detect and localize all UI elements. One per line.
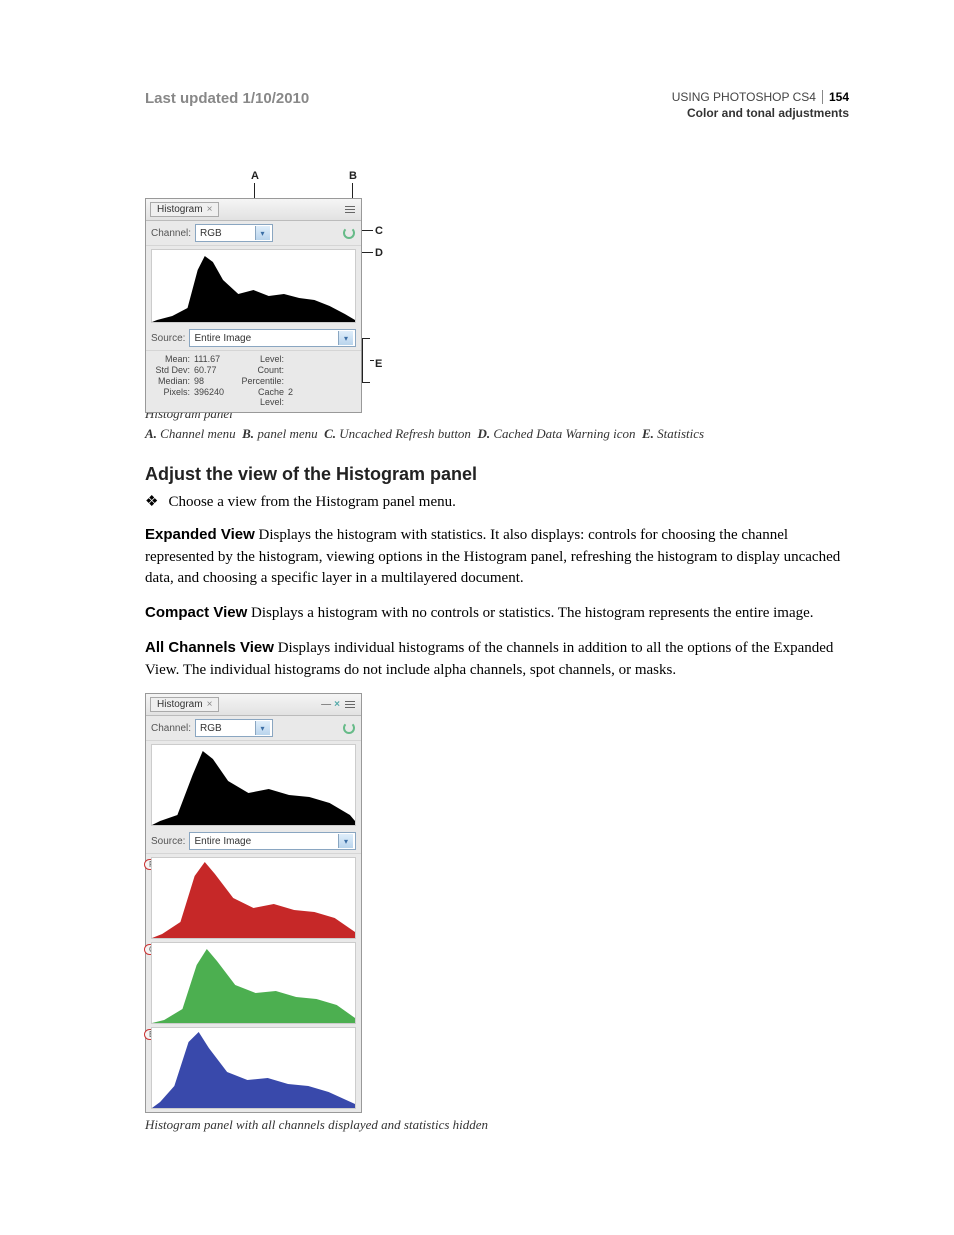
stat-value: 396240 [194, 387, 234, 407]
channel-select[interactable]: RGB ▾ [195, 719, 272, 737]
histogram-red [152, 858, 355, 938]
stat-label: Count: [234, 365, 288, 375]
panel-tab[interactable]: Histogram × [150, 697, 219, 712]
stat-value: 60.77 [194, 365, 234, 375]
histogram-rgb [152, 745, 355, 825]
stat-label: Pixels: [152, 387, 194, 407]
histogram-green [152, 943, 355, 1023]
callout-B: B [349, 170, 357, 182]
close-window-icon[interactable]: × [334, 699, 340, 710]
histogram-chart [152, 250, 355, 322]
minimize-icon[interactable]: — [321, 699, 331, 710]
callout-A: A [251, 170, 259, 182]
figure-histogram-panel: A B C D E Histogram × Channel: RGB [145, 170, 385, 400]
channel-select[interactable]: RGB ▾ [195, 224, 272, 242]
callout-C: C [375, 225, 383, 237]
panel-menu-icon[interactable] [343, 699, 357, 710]
chapter-title: Color and tonal adjustments [672, 106, 849, 120]
source-label: Source: [151, 333, 185, 344]
panel-tab-label: Histogram [157, 204, 203, 215]
doc-title: USING PHOTOSHOP CS4 [672, 90, 816, 104]
statistics-block: Mean:111.67Level: Std Dev:60.77Count: Me… [146, 351, 361, 412]
section-heading: Adjust the view of the Histogram panel [145, 464, 849, 485]
refresh-icon[interactable] [342, 226, 356, 240]
channel-value: RGB [200, 228, 222, 239]
chevron-down-icon: ▾ [255, 721, 270, 735]
last-updated: Last updated 1/10/2010 [145, 90, 309, 107]
chevron-down-icon: ▾ [338, 331, 353, 345]
stat-label: Median: [152, 376, 194, 386]
source-label: Source: [151, 836, 185, 847]
figure2-caption: Histogram panel with all channels displa… [145, 1117, 849, 1133]
close-icon[interactable]: × [207, 699, 213, 710]
source-select[interactable]: Entire Image ▾ [189, 832, 356, 850]
stat-label: Cache Level: [234, 387, 288, 407]
channel-label: Channel: [151, 228, 191, 239]
source-value: Entire Image [194, 333, 251, 344]
page-number: 154 [822, 90, 849, 104]
panel-tab[interactable]: Histogram × [150, 202, 219, 217]
stat-value: 2 [288, 387, 308, 407]
figure-allchannels-panel: Histogram × — × Channel: RGB ▾ Source [145, 693, 362, 1113]
histogram-blue [152, 1028, 355, 1108]
stat-value: 111.67 [194, 354, 234, 364]
paragraph-allchannels: All Channels View Displays individual hi… [145, 637, 849, 682]
channel-label: Channel: [151, 723, 191, 734]
paragraph-expanded: Expanded View Displays the histogram wit… [145, 524, 849, 590]
page-header: Last updated 1/10/2010 USING PHOTOSHOP C… [145, 90, 849, 120]
callout-E: E [375, 358, 382, 370]
stat-label: Std Dev: [152, 365, 194, 375]
paragraph-compact: Compact View Displays a histogram with n… [145, 602, 849, 625]
close-icon[interactable]: × [207, 204, 213, 215]
source-select[interactable]: Entire Image ▾ [189, 329, 356, 347]
figure1-caption-legend: A. Channel menu B. panel menu C. Uncache… [145, 426, 849, 442]
refresh-icon[interactable] [342, 721, 356, 735]
callout-D: D [375, 247, 383, 259]
source-value: Entire Image [194, 836, 251, 847]
chevron-down-icon: ▾ [255, 226, 270, 240]
stat-label: Mean: [152, 354, 194, 364]
panel-menu-icon[interactable] [343, 204, 357, 215]
channel-value: RGB [200, 723, 222, 734]
chevron-down-icon: ▾ [338, 834, 353, 848]
stat-label: Level: [234, 354, 288, 364]
panel-tab-label: Histogram [157, 699, 203, 710]
stat-label: Percentile: [234, 376, 288, 386]
stat-value: 98 [194, 376, 234, 386]
instruction-bullet: ❖Choose a view from the Histogram panel … [145, 491, 849, 514]
